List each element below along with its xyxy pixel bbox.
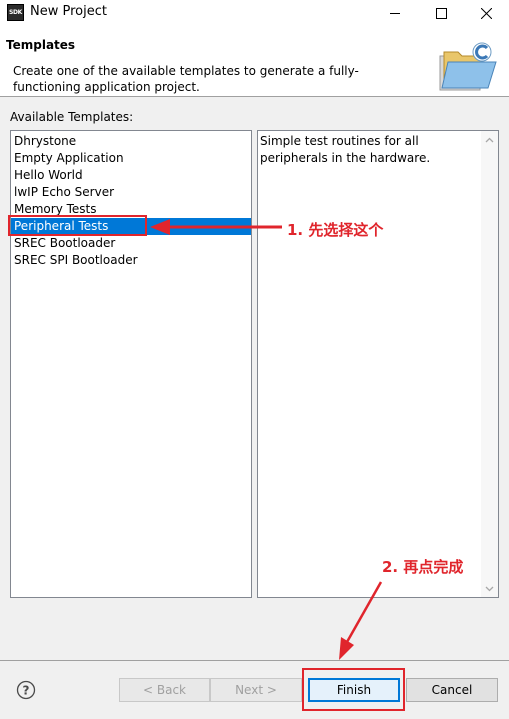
- footer-divider: [0, 660, 509, 661]
- minimize-icon: [389, 12, 400, 14]
- list-item-lwip-echo-server[interactable]: lwIP Echo Server: [11, 184, 251, 201]
- scroll-down-button[interactable]: [481, 580, 498, 597]
- list-item-empty-application[interactable]: Empty Application: [11, 150, 251, 167]
- maximize-button[interactable]: [418, 0, 464, 26]
- wizard-header: Templates Create one of the available te…: [0, 26, 509, 96]
- page-description: Create one of the available templates to…: [13, 64, 359, 94]
- description-scrollbar[interactable]: [481, 131, 498, 597]
- title-bar: SDK New Project: [0, 0, 509, 26]
- window-title: New Project: [30, 4, 107, 19]
- templates-list[interactable]: Dhrystone Empty Application Hello World …: [10, 130, 252, 598]
- next-button[interactable]: Next >: [210, 678, 302, 702]
- chevron-up-icon: [485, 137, 494, 142]
- maximize-icon: [435, 7, 447, 19]
- app-icon-text: SDK: [8, 9, 23, 16]
- template-description-text: Simple test routines for all peripherals…: [260, 134, 431, 165]
- list-item-dhrystone[interactable]: Dhrystone: [11, 133, 251, 150]
- available-templates-label: Available Templates:: [10, 110, 134, 124]
- step2-annotation: 2. 再点完成: [382, 558, 464, 576]
- help-icon[interactable]: ?: [16, 680, 36, 700]
- page-title: Templates: [6, 38, 76, 52]
- sdk-app-icon: SDK: [7, 4, 24, 21]
- template-description-box: Simple test routines for all peripherals…: [257, 130, 499, 598]
- svg-text:?: ?: [23, 684, 30, 698]
- close-button[interactable]: [463, 0, 509, 26]
- step1-highlight-box: [8, 215, 147, 236]
- list-item-srec-bootloader[interactable]: SREC Bootloader: [11, 235, 251, 252]
- new-project-dialog: SDK New Project Templates Create one of …: [0, 0, 509, 719]
- step2-highlight-box: [302, 668, 405, 711]
- step1-annotation: 1. 先选择这个: [287, 221, 384, 239]
- list-item-hello-world[interactable]: Hello World: [11, 167, 251, 184]
- minimize-button[interactable]: [372, 0, 418, 26]
- back-button[interactable]: < Back: [119, 678, 210, 702]
- list-item-srec-spi-bootloader[interactable]: SREC SPI Bootloader: [11, 252, 251, 269]
- scroll-up-button[interactable]: [481, 131, 498, 148]
- cancel-button[interactable]: Cancel: [406, 678, 498, 702]
- close-icon: [480, 7, 492, 19]
- header-divider: [0, 96, 509, 97]
- new-c-project-folder-icon: [439, 42, 497, 91]
- chevron-down-icon: [485, 586, 494, 591]
